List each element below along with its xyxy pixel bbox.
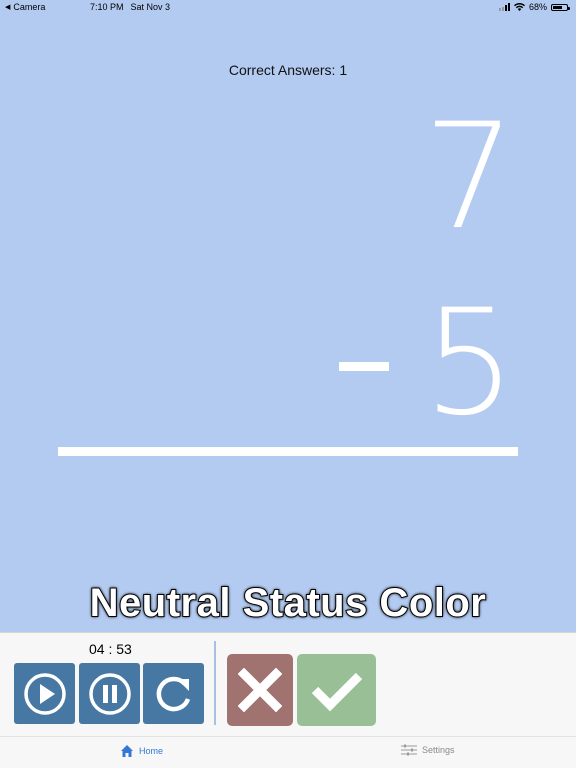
back-app-label: Camera (13, 2, 46, 12)
minus-operator-icon (339, 362, 389, 371)
settings-icon (401, 744, 417, 756)
reset-button[interactable] (143, 663, 204, 724)
check-icon (311, 672, 362, 712)
tab-settings-label: Settings (422, 745, 455, 755)
play-icon (23, 672, 66, 715)
reset-icon (156, 676, 190, 711)
wifi-icon (513, 3, 525, 11)
top-operand: 7 (423, 92, 516, 262)
battery-icon (551, 3, 570, 11)
correct-answer-button[interactable] (297, 654, 376, 726)
control-panel: 04 : 53 (0, 632, 576, 736)
tab-settings[interactable]: Settings (401, 744, 455, 756)
battery-percent: 68% (528, 2, 547, 12)
tab-bar: Home Settings (0, 736, 576, 768)
caption-overlay: Neutral Status Color (89, 580, 487, 626)
app-screen: ◀ Camera 7:10 PM Sat Nov 3 68% Correct A… (0, 0, 576, 768)
x-icon (238, 668, 282, 712)
answer-line (58, 447, 518, 456)
pause-button[interactable] (79, 663, 140, 724)
status-time: 7:10 PM (90, 2, 124, 12)
panel-divider (214, 641, 216, 725)
bottom-operand: 5 (423, 278, 516, 448)
wrong-answer-button[interactable] (227, 654, 293, 726)
status-bar: ◀ Camera 7:10 PM Sat Nov 3 68% (0, 0, 576, 14)
play-button[interactable] (14, 663, 75, 724)
pause-icon (88, 672, 131, 715)
correct-answers-count: Correct Answers: 1 (228, 62, 348, 78)
tab-home-label: Home (139, 746, 164, 756)
cellular-signal-icon (498, 3, 510, 11)
back-to-app[interactable]: ◀ Camera (5, 2, 45, 12)
tab-home[interactable]: Home (120, 744, 163, 758)
timer: 04 : 53 (89, 641, 132, 657)
status-date: Sat Nov 3 (130, 2, 171, 12)
back-arrow-icon: ◀ (5, 4, 11, 11)
home-icon (121, 745, 133, 757)
